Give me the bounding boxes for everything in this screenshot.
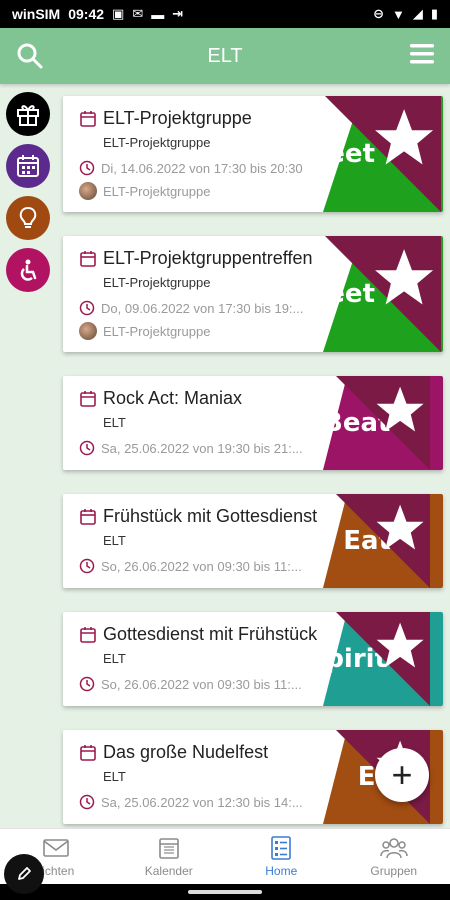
event-group: ELT <box>103 415 126 430</box>
carrier-label: winSIM <box>12 6 61 22</box>
event-date: So, 26.06.2022 von 09:30 bis 11:... <box>101 676 302 692</box>
photo-notification-icon: ▣ <box>112 6 125 21</box>
event-title: Frühstück mit Gottesdienst <box>103 506 318 526</box>
event-date: Di, 14.06.2022 von 17:30 bis 20:30 <box>101 160 303 176</box>
nav-item-gruppen[interactable]: Gruppen <box>338 829 450 884</box>
event-card[interactable]: ELT-Projektgruppentreffen ELT-Projektgru… <box>63 236 443 352</box>
event-group: ELT-Projektgruppe <box>103 275 211 290</box>
event-title: Gottesdienst mit Frühstück <box>103 624 318 644</box>
event-group: ELT <box>103 533 126 548</box>
menu-icon[interactable] <box>408 40 436 68</box>
event-date: So, 26.06.2022 von 09:30 bis 11:... <box>101 558 302 574</box>
pencil-icon <box>18 867 31 880</box>
favorite-star-icon[interactable] <box>323 96 443 212</box>
calendar-icon <box>80 110 96 127</box>
event-organizer: ELT-Projektgruppe <box>103 323 211 339</box>
mail-icon <box>43 838 70 857</box>
event-group: ELT <box>103 651 126 666</box>
category-bulb-button[interactable] <box>6 196 50 240</box>
gift-icon <box>17 105 39 126</box>
mail-notification-icon: ✉ <box>132 6 144 21</box>
clock-icon <box>79 440 95 456</box>
plus-icon: + <box>391 754 413 795</box>
event-title: Rock Act: Maniax <box>103 388 243 408</box>
calendar-icon <box>80 508 96 525</box>
calendar-icon <box>17 155 39 177</box>
clock-icon <box>79 676 95 692</box>
home-indicator[interactable] <box>188 890 262 894</box>
battery-icon: ▮ <box>430 6 438 21</box>
avatar <box>79 182 97 200</box>
bulb-icon <box>19 206 37 228</box>
nav-label: Home <box>265 863 298 878</box>
usb-icon: ⇥ <box>172 6 184 21</box>
accessibility-icon <box>20 259 37 281</box>
add-event-button[interactable]: + <box>375 748 429 802</box>
clock-icon <box>79 794 95 810</box>
bottom-nav: richten Kalender Home Gruppen <box>0 828 450 884</box>
group-icon <box>380 837 408 858</box>
category-column <box>6 92 52 292</box>
category-accessibility-button[interactable] <box>6 248 50 292</box>
list-icon <box>271 835 292 860</box>
category-banner: pirit <box>323 612 443 706</box>
clock-icon <box>79 160 95 176</box>
favorite-star-icon[interactable] <box>323 376 443 470</box>
app-bar: ELT <box>0 28 450 84</box>
page-title: ELT <box>207 44 243 67</box>
edit-button[interactable] <box>4 854 44 894</box>
event-group: ELT-Projektgruppe <box>103 135 211 150</box>
status-bar: winSIM 09:42 ▣ ✉ ▬ ⇥ ⊖ ▼ ◢ ▮ <box>0 0 450 28</box>
category-gift-button[interactable] <box>6 92 50 136</box>
event-title: ELT-Projektgruppe <box>103 108 252 128</box>
clock-icon <box>79 558 95 574</box>
favorite-star-icon[interactable] <box>323 612 443 706</box>
event-date: Sa, 25.06.2022 von 19:30 bis 21:... <box>101 440 303 456</box>
mail-notification-icon: ▬ <box>151 6 165 22</box>
event-card[interactable]: Frühstück mit Gottesdienst ELT So, 26.06… <box>63 494 443 588</box>
nav-item-kalender[interactable]: Kalender <box>113 829 226 884</box>
search-icon[interactable] <box>16 42 44 70</box>
event-group: ELT <box>103 769 126 784</box>
category-banner: Beat <box>323 376 443 470</box>
event-title: ELT-Projektgruppentreffen <box>103 248 313 268</box>
event-date: Sa, 25.06.2022 von 12:30 bis 14:... <box>101 794 303 810</box>
category-banner: eet <box>323 236 443 352</box>
event-organizer: ELT-Projektgruppe <box>103 183 211 199</box>
nav-item-home[interactable]: Home <box>225 829 338 884</box>
clock: 09:42 <box>68 6 105 22</box>
wifi-icon: ▼ <box>391 6 405 22</box>
nav-label: Gruppen <box>370 863 418 878</box>
nav-label: Kalender <box>144 863 193 878</box>
event-card[interactable]: ELT-Projektgruppe ELT-Projektgruppe Di, … <box>63 96 443 212</box>
favorite-star-icon[interactable] <box>323 236 443 352</box>
favorite-star-icon[interactable] <box>323 494 443 588</box>
calendar-icon <box>80 250 96 267</box>
dnd-icon: ⊖ <box>373 6 384 21</box>
event-title: Das große Nudelfest <box>103 742 269 762</box>
event-date: Do, 09.06.2022 von 17:30 bis 19:... <box>101 300 304 316</box>
signal-icon: ◢ <box>412 6 423 21</box>
event-card[interactable]: Rock Act: Maniax ELT Sa, 25.06.2022 von … <box>63 376 443 470</box>
category-banner: eet <box>323 96 443 212</box>
calendar-icon <box>80 744 96 761</box>
category-banner: Eat <box>323 494 443 588</box>
avatar <box>79 322 97 340</box>
calendar-icon <box>158 837 179 859</box>
calendar-icon <box>80 626 96 643</box>
event-card[interactable]: Gottesdienst mit Frühstück ELT So, 26.06… <box>63 612 443 706</box>
gesture-bar <box>0 884 450 900</box>
clock-icon <box>79 300 95 316</box>
calendar-icon <box>80 390 96 407</box>
category-calendar-button[interactable] <box>6 144 50 188</box>
